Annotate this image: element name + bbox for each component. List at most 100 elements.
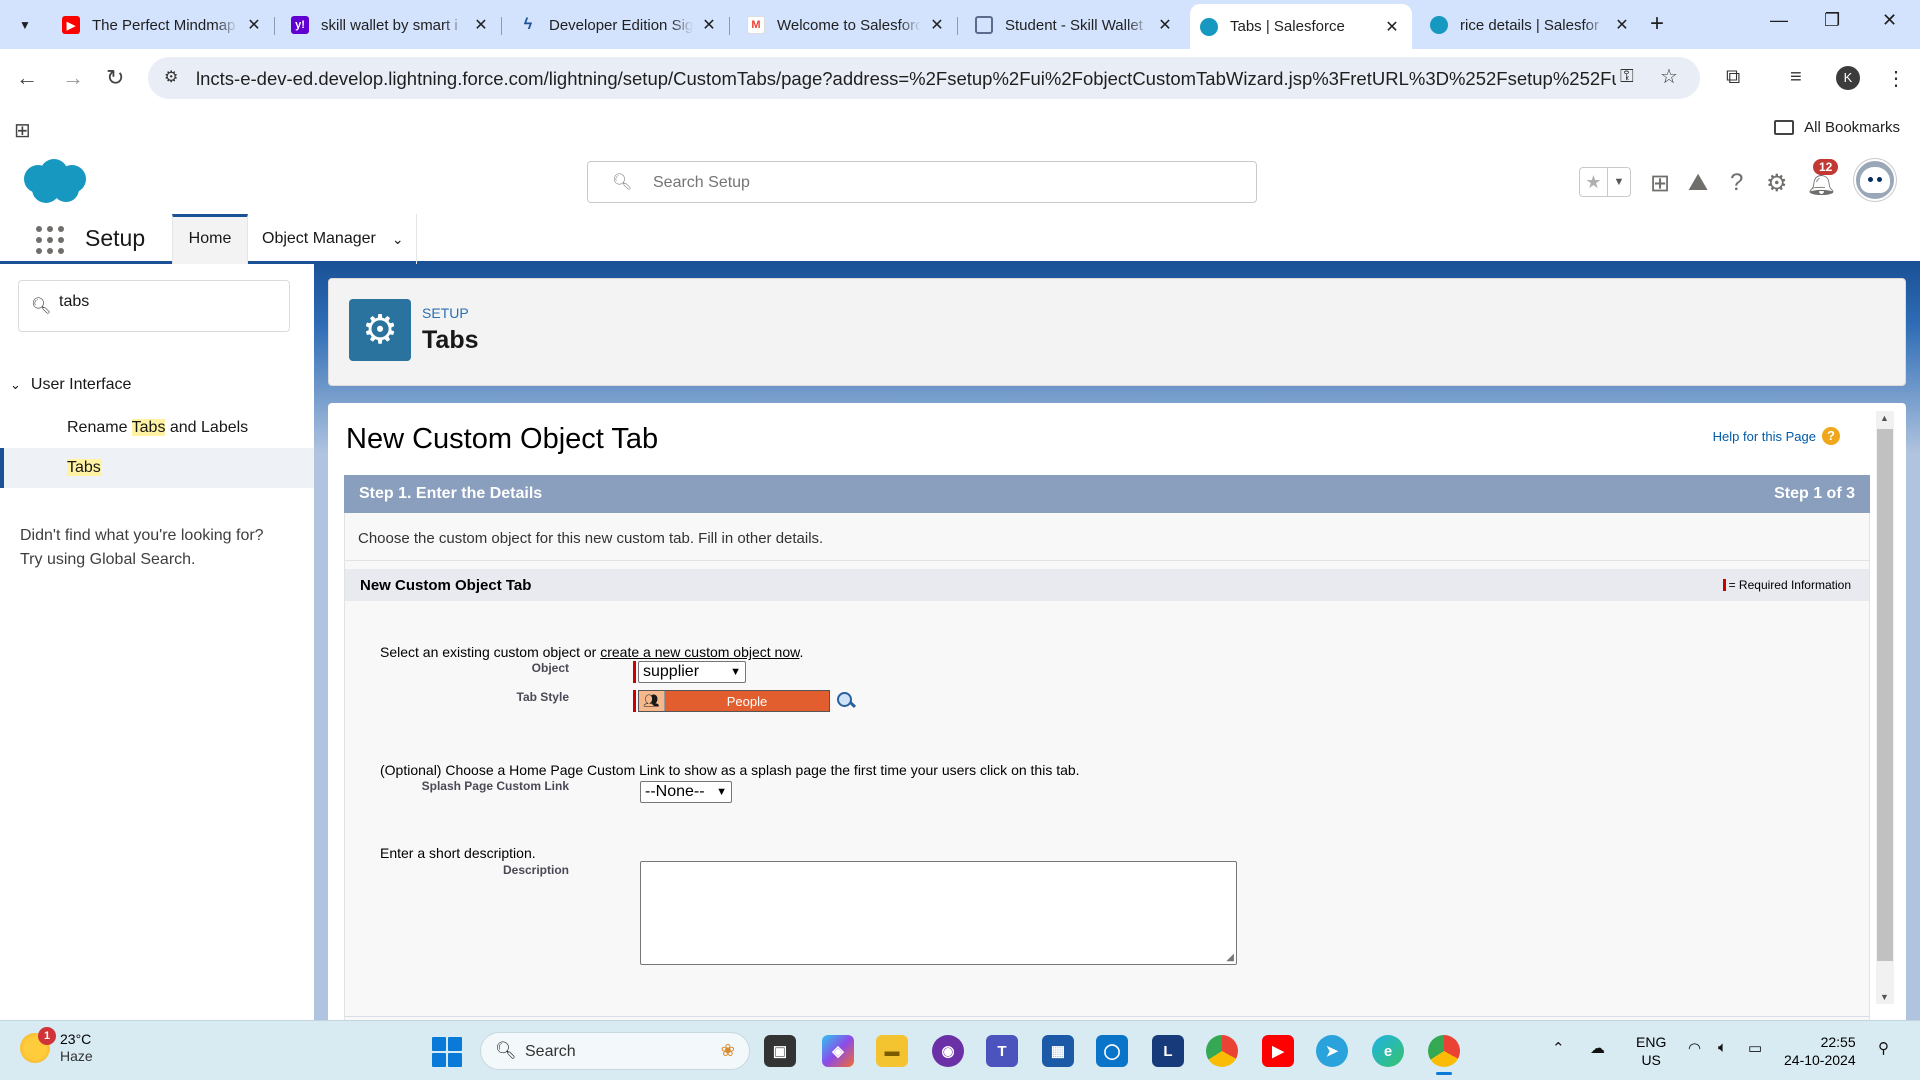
password-key-icon[interactable]: ⚿: [1620, 66, 1634, 87]
browser-tab[interactable]: ϟ Developer Edition Sig ✕: [509, 8, 730, 42]
browser-toolbar: ← → ↻ ⚙ lncts-e-dev-ed.develop.lightning…: [0, 49, 1920, 107]
step-body: Choose the custom object for this new cu…: [344, 513, 1870, 1020]
more-menu-icon[interactable]: ⋮: [1886, 66, 1906, 91]
browser-tab-active[interactable]: Tabs | Salesforce ✕: [1190, 4, 1412, 49]
vertical-scrollbar[interactable]: ▲ ▼: [1876, 411, 1894, 1004]
browser-tab[interactable]: Student - Skill Wallet ✕: [965, 8, 1185, 42]
extensions-icon[interactable]: ⧉: [1726, 66, 1740, 89]
favorites-dropdown-icon[interactable]: ▼: [1608, 168, 1630, 196]
store-icon[interactable]: ▦: [1042, 1035, 1074, 1067]
favorite-star-icon[interactable]: ★: [1580, 168, 1608, 196]
new-tab-icon[interactable]: +: [1650, 10, 1664, 38]
notification-center-icon[interactable]: ⚲: [1878, 1039, 1889, 1057]
windows-start-icon[interactable]: [432, 1037, 462, 1067]
help-for-page-link[interactable]: Help for this Page ?: [1713, 427, 1840, 445]
github-icon[interactable]: ◉: [932, 1035, 964, 1067]
salesforce-logo[interactable]: [18, 157, 92, 207]
quick-find-input[interactable]: [59, 293, 259, 311]
reload-icon[interactable]: ↻: [106, 65, 124, 91]
trailhead-icon[interactable]: ⛰: [1688, 169, 1708, 197]
close-tab-icon[interactable]: ✕: [699, 15, 719, 35]
address-bar[interactable]: ⚙ lncts-e-dev-ed.develop.lightning.force…: [148, 57, 1700, 99]
l-app-icon[interactable]: L: [1152, 1035, 1184, 1067]
windows-taskbar: 1 23°C Haze 🔍︎ Search ❀ ▣ ◈ ▬ ◉ T ▦ ◯ L …: [0, 1020, 1920, 1080]
object-select[interactable]: supplier ▼: [638, 661, 746, 683]
profile-avatar[interactable]: K: [1836, 66, 1860, 90]
tab-title: Developer Edition Sig: [549, 16, 693, 34]
setup-search-input[interactable]: 🔍︎ Search Setup: [587, 161, 1257, 203]
sidebar-item-tabs[interactable]: Tabs: [0, 448, 314, 488]
sidebar-item-rename-tabs[interactable]: Rename Tabs and Labels: [0, 408, 314, 448]
battery-icon[interactable]: ▭: [1748, 1039, 1762, 1057]
create-custom-object-link[interactable]: create a new custom object now: [600, 644, 799, 660]
tab-title: The Perfect Mindmap: [92, 16, 236, 34]
tab-home[interactable]: Home: [172, 214, 248, 264]
resize-grip-icon[interactable]: ◢: [1226, 952, 1234, 963]
forward-icon[interactable]: →: [62, 65, 84, 91]
browser-tab[interactable]: M Welcome to Salesforc ✕: [737, 8, 958, 42]
youtube-icon[interactable]: ▶: [1262, 1035, 1294, 1067]
language-indicator[interactable]: ENG US: [1636, 1033, 1666, 1069]
browser-tab[interactable]: y! skill wallet by smart i ✕: [281, 8, 502, 42]
scroll-down-icon[interactable]: ▼: [1880, 992, 1889, 1002]
close-tab-icon[interactable]: ✕: [1155, 15, 1175, 35]
wifi-icon[interactable]: ◠: [1688, 1039, 1701, 1057]
system-clock[interactable]: 22:55 24-10-2024: [1784, 1033, 1856, 1069]
close-tab-icon[interactable]: ✕: [927, 15, 947, 35]
tab-title: Welcome to Salesforc: [777, 16, 921, 34]
bookmark-star-icon[interactable]: ☆: [1660, 64, 1678, 89]
tab-style-swatch[interactable]: 👥︎ People: [638, 690, 830, 712]
tab-object-manager[interactable]: Object Manager ⌄: [250, 214, 417, 264]
lookup-magnifier-icon[interactable]: [836, 691, 856, 711]
browser-tab[interactable]: rice details | Salesfor ✕: [1420, 8, 1642, 42]
circle-app-icon[interactable]: ◯: [1096, 1035, 1128, 1067]
global-actions-icon[interactable]: ⊞: [1650, 169, 1670, 198]
help-icon[interactable]: ?: [1730, 169, 1743, 197]
user-avatar[interactable]: [1854, 159, 1896, 201]
taskbar-search[interactable]: 🔍︎ Search ❀: [480, 1032, 750, 1070]
quick-find-box[interactable]: 🔍︎: [18, 280, 290, 332]
telegram-icon[interactable]: ➤: [1316, 1035, 1348, 1067]
search-highlight: Tabs: [131, 419, 166, 436]
minimize-icon[interactable]: —: [1770, 10, 1788, 31]
step-intro: Choose the custom object for this new cu…: [358, 530, 824, 547]
close-window-icon[interactable]: ✕: [1882, 10, 1897, 31]
splash-select[interactable]: --None-- ▼: [640, 781, 732, 803]
close-tab-icon[interactable]: ✕: [244, 15, 264, 35]
tray-chevron-up-icon[interactable]: ⌃: [1552, 1039, 1565, 1057]
teams-icon[interactable]: T: [986, 1035, 1018, 1067]
chrome-icon[interactable]: [1206, 1035, 1238, 1067]
help-question-icon[interactable]: ?: [1822, 427, 1840, 445]
task-view-icon[interactable]: ▣: [764, 1035, 796, 1067]
copilot-icon[interactable]: ◈: [822, 1035, 854, 1067]
chevron-down-icon[interactable]: ⌄: [10, 377, 21, 393]
scrollbar-thumb[interactable]: [1877, 429, 1893, 961]
scroll-up-icon[interactable]: ▲: [1880, 413, 1889, 423]
chevron-down-icon[interactable]: ⌄: [392, 214, 404, 264]
chrome-profile-icon[interactable]: [1428, 1035, 1460, 1075]
favorites-group[interactable]: ★ ▼: [1579, 167, 1631, 197]
back-icon[interactable]: ←: [16, 65, 38, 91]
restore-icon[interactable]: ❐: [1824, 10, 1840, 31]
url-text[interactable]: lncts-e-dev-ed.develop.lightning.force.c…: [196, 68, 1616, 90]
description-textarea[interactable]: ◢: [640, 861, 1237, 965]
file-explorer-icon[interactable]: ▬: [876, 1035, 908, 1067]
volume-icon[interactable]: 🔈︎: [1718, 1039, 1727, 1056]
close-tab-icon[interactable]: ✕: [1382, 17, 1402, 37]
apps-grid-icon[interactable]: ⊞: [14, 118, 31, 143]
object-field: supplier ▼: [633, 661, 746, 683]
close-tab-icon[interactable]: ✕: [471, 15, 491, 35]
browser-tab[interactable]: ▶ The Perfect Mindmap ✕: [52, 8, 275, 42]
setup-gear-icon[interactable]: ⚙: [1766, 169, 1788, 198]
weather-widget[interactable]: 1 23°C Haze: [20, 1027, 93, 1065]
close-tab-icon[interactable]: ✕: [1612, 15, 1632, 35]
site-info-icon[interactable]: ⚙: [164, 67, 178, 87]
app-launcher-icon[interactable]: [36, 226, 64, 254]
edge-icon[interactable]: e: [1372, 1035, 1404, 1067]
media-control-icon[interactable]: ≡: [1790, 66, 1802, 89]
tab-search-button[interactable]: ▼: [12, 12, 38, 38]
all-bookmarks-button[interactable]: All Bookmarks: [1774, 119, 1900, 136]
temperature: 23°C: [60, 1031, 92, 1047]
onedrive-off-icon[interactable]: ☁: [1590, 1039, 1605, 1057]
tree-section-user-interface[interactable]: ⌄ User Interface: [10, 376, 131, 394]
